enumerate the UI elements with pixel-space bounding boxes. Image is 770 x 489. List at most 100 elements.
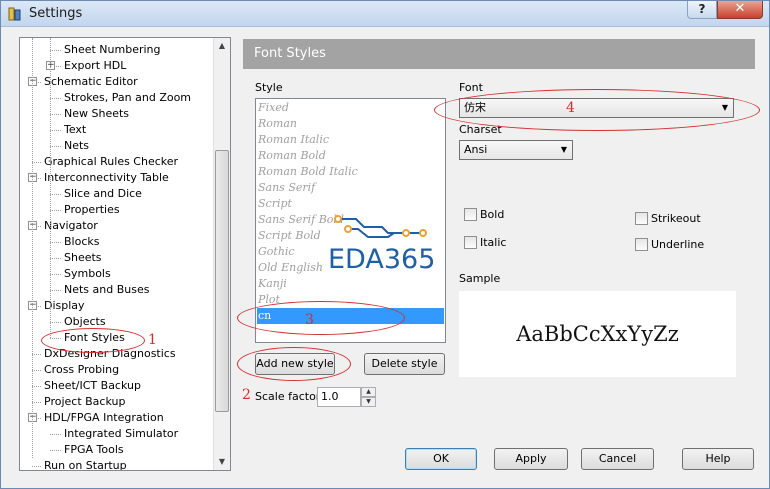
tree-item[interactable]: HDL/FPGA Integration xyxy=(42,410,166,426)
window-title: Settings xyxy=(29,6,83,21)
strikeout-checkbox[interactable] xyxy=(635,212,648,225)
tree-item[interactable]: Run on Startup xyxy=(42,458,129,471)
font-label: Font xyxy=(459,81,483,94)
tree-item-label: Nets xyxy=(64,139,90,152)
bold-checkbox[interactable] xyxy=(464,208,477,221)
tree-item-label: Sheet/ICT Backup xyxy=(44,379,141,392)
tree-connector xyxy=(50,450,61,451)
panel-title: Font Styles xyxy=(254,46,326,61)
tree-item[interactable]: Export HDL xyxy=(62,58,128,74)
tree-connector xyxy=(50,274,61,275)
delete-style-button[interactable]: Delete style xyxy=(364,353,445,375)
tree-item[interactable]: Cross Probing xyxy=(42,362,121,378)
tree-item-label: Schematic Editor xyxy=(44,75,138,88)
apply-button[interactable]: Apply xyxy=(494,448,568,470)
style-list-item[interactable]: Roman Bold xyxy=(257,148,444,164)
underline-checkbox[interactable] xyxy=(635,238,648,251)
tree-connector xyxy=(50,114,61,115)
tree-item[interactable]: Integrated Simulator xyxy=(62,426,180,442)
chevron-down-icon: ▼ xyxy=(560,145,567,154)
tree-item-label: Project Backup xyxy=(44,395,126,408)
sample-text: AaBbCcXxYyZz xyxy=(516,322,679,346)
tree-item-label: Cross Probing xyxy=(44,363,120,376)
tree-item-label: Symbols xyxy=(64,267,111,280)
strikeout-label: Strikeout xyxy=(651,212,701,225)
settings-tree[interactable]: ▲ ▼ Sheet Numbering Export HDL + Schematic … xyxy=(19,37,231,471)
tree-item-label: Objects xyxy=(64,315,106,328)
tree-guide xyxy=(32,38,33,458)
tree-item-label: Strokes, Pan and Zoom xyxy=(64,91,192,104)
tree-item-label: Slice and Dice xyxy=(64,187,142,200)
italic-label: Italic xyxy=(480,236,507,249)
tree-item[interactable]: Graphical Rules Checker xyxy=(42,154,180,170)
tree-connector xyxy=(32,402,41,403)
tree-connector xyxy=(50,290,61,291)
tree-item[interactable]: New Sheets xyxy=(62,106,131,122)
scroll-thumb[interactable] xyxy=(215,150,229,412)
tree-item-label: Blocks xyxy=(64,235,100,248)
close-button[interactable]: ✕ xyxy=(717,1,763,19)
scroll-up-icon[interactable]: ▲ xyxy=(214,38,230,54)
ok-button[interactable]: OK xyxy=(405,448,477,470)
tree-item[interactable]: Display xyxy=(42,298,87,314)
tree-connector xyxy=(32,162,41,163)
tree-item[interactable]: Sheets xyxy=(62,250,104,266)
annotation-number-1: 1 xyxy=(148,332,157,348)
tree-item-label: Sheet Numbering xyxy=(64,43,161,56)
tree-item[interactable]: Text xyxy=(62,122,88,138)
tree-item-label: Run on Startup xyxy=(44,459,127,471)
tree-item-label: New Sheets xyxy=(64,107,130,120)
tree-connector xyxy=(32,370,41,371)
spin-down-icon[interactable]: ▼ xyxy=(361,397,376,407)
tree-item[interactable]: Blocks xyxy=(62,234,101,250)
app-icon xyxy=(8,7,21,21)
tree-item[interactable]: Interconnectivity Table xyxy=(42,170,171,186)
tree-item-label: Graphical Rules Checker xyxy=(44,155,179,168)
annotation-ellipse-2 xyxy=(237,347,351,381)
annotation-number-2: 2 xyxy=(242,387,251,403)
tree-item[interactable]: Nets xyxy=(62,138,91,154)
tree-item[interactable]: Sheet Numbering xyxy=(62,42,163,58)
charset-select-value: Ansi xyxy=(464,143,488,156)
underline-label: Underline xyxy=(651,238,705,251)
charset-select[interactable]: Ansi ▼ xyxy=(459,140,573,160)
annotation-ellipse-1 xyxy=(41,328,145,353)
tree-connector xyxy=(32,354,41,355)
tree-item-label: Properties xyxy=(64,203,120,216)
cancel-button[interactable]: Cancel xyxy=(581,448,654,470)
style-list-item[interactable]: Fixed xyxy=(257,100,444,116)
style-list-item[interactable]: Roman Bold Italic xyxy=(257,164,444,180)
tree-connector xyxy=(32,466,41,467)
tree-item-label: Export HDL xyxy=(64,59,127,72)
style-label: Style xyxy=(255,81,283,94)
tree-item[interactable]: Properties xyxy=(62,202,122,218)
annotation-number-4: 4 xyxy=(566,100,575,116)
tree-connector xyxy=(50,210,61,211)
tree-scrollbar[interactable]: ▲ ▼ xyxy=(213,38,230,470)
tree-item[interactable]: Strokes, Pan and Zoom xyxy=(62,90,193,106)
tree-item[interactable]: Project Backup xyxy=(42,394,127,410)
tree-item[interactable]: Nets and Buses xyxy=(62,282,151,298)
spin-up-icon[interactable]: ▲ xyxy=(361,387,376,397)
sample-box: AaBbCcXxYyZz xyxy=(459,291,736,377)
sample-label: Sample xyxy=(459,272,501,285)
style-list-item[interactable]: Script xyxy=(257,196,444,212)
tree-connector xyxy=(50,322,61,323)
style-list-item[interactable]: Roman xyxy=(257,116,444,132)
tree-item[interactable]: Schematic Editor xyxy=(42,74,140,90)
scroll-down-icon[interactable]: ▼ xyxy=(214,454,230,470)
help-button[interactable]: Help xyxy=(682,448,754,470)
tree-item[interactable]: Sheet/ICT Backup xyxy=(42,378,143,394)
tree-connector xyxy=(32,386,41,387)
scale-factor-input[interactable]: 1.0 xyxy=(317,387,361,407)
style-list-item[interactable]: Roman Italic xyxy=(257,132,444,148)
tree-item-label: Integrated Simulator xyxy=(64,427,179,440)
italic-checkbox[interactable] xyxy=(464,236,477,249)
tree-item[interactable]: Slice and Dice xyxy=(62,186,144,202)
tree-item[interactable]: Symbols xyxy=(62,266,113,282)
tree-item[interactable]: FPGA Tools xyxy=(62,442,126,458)
annotation-ellipse-3 xyxy=(237,301,405,335)
style-list-item[interactable]: Kanji xyxy=(257,276,444,292)
style-list-item[interactable]: Sans Serif xyxy=(257,180,444,196)
title-help-button[interactable]: ? xyxy=(687,1,717,19)
